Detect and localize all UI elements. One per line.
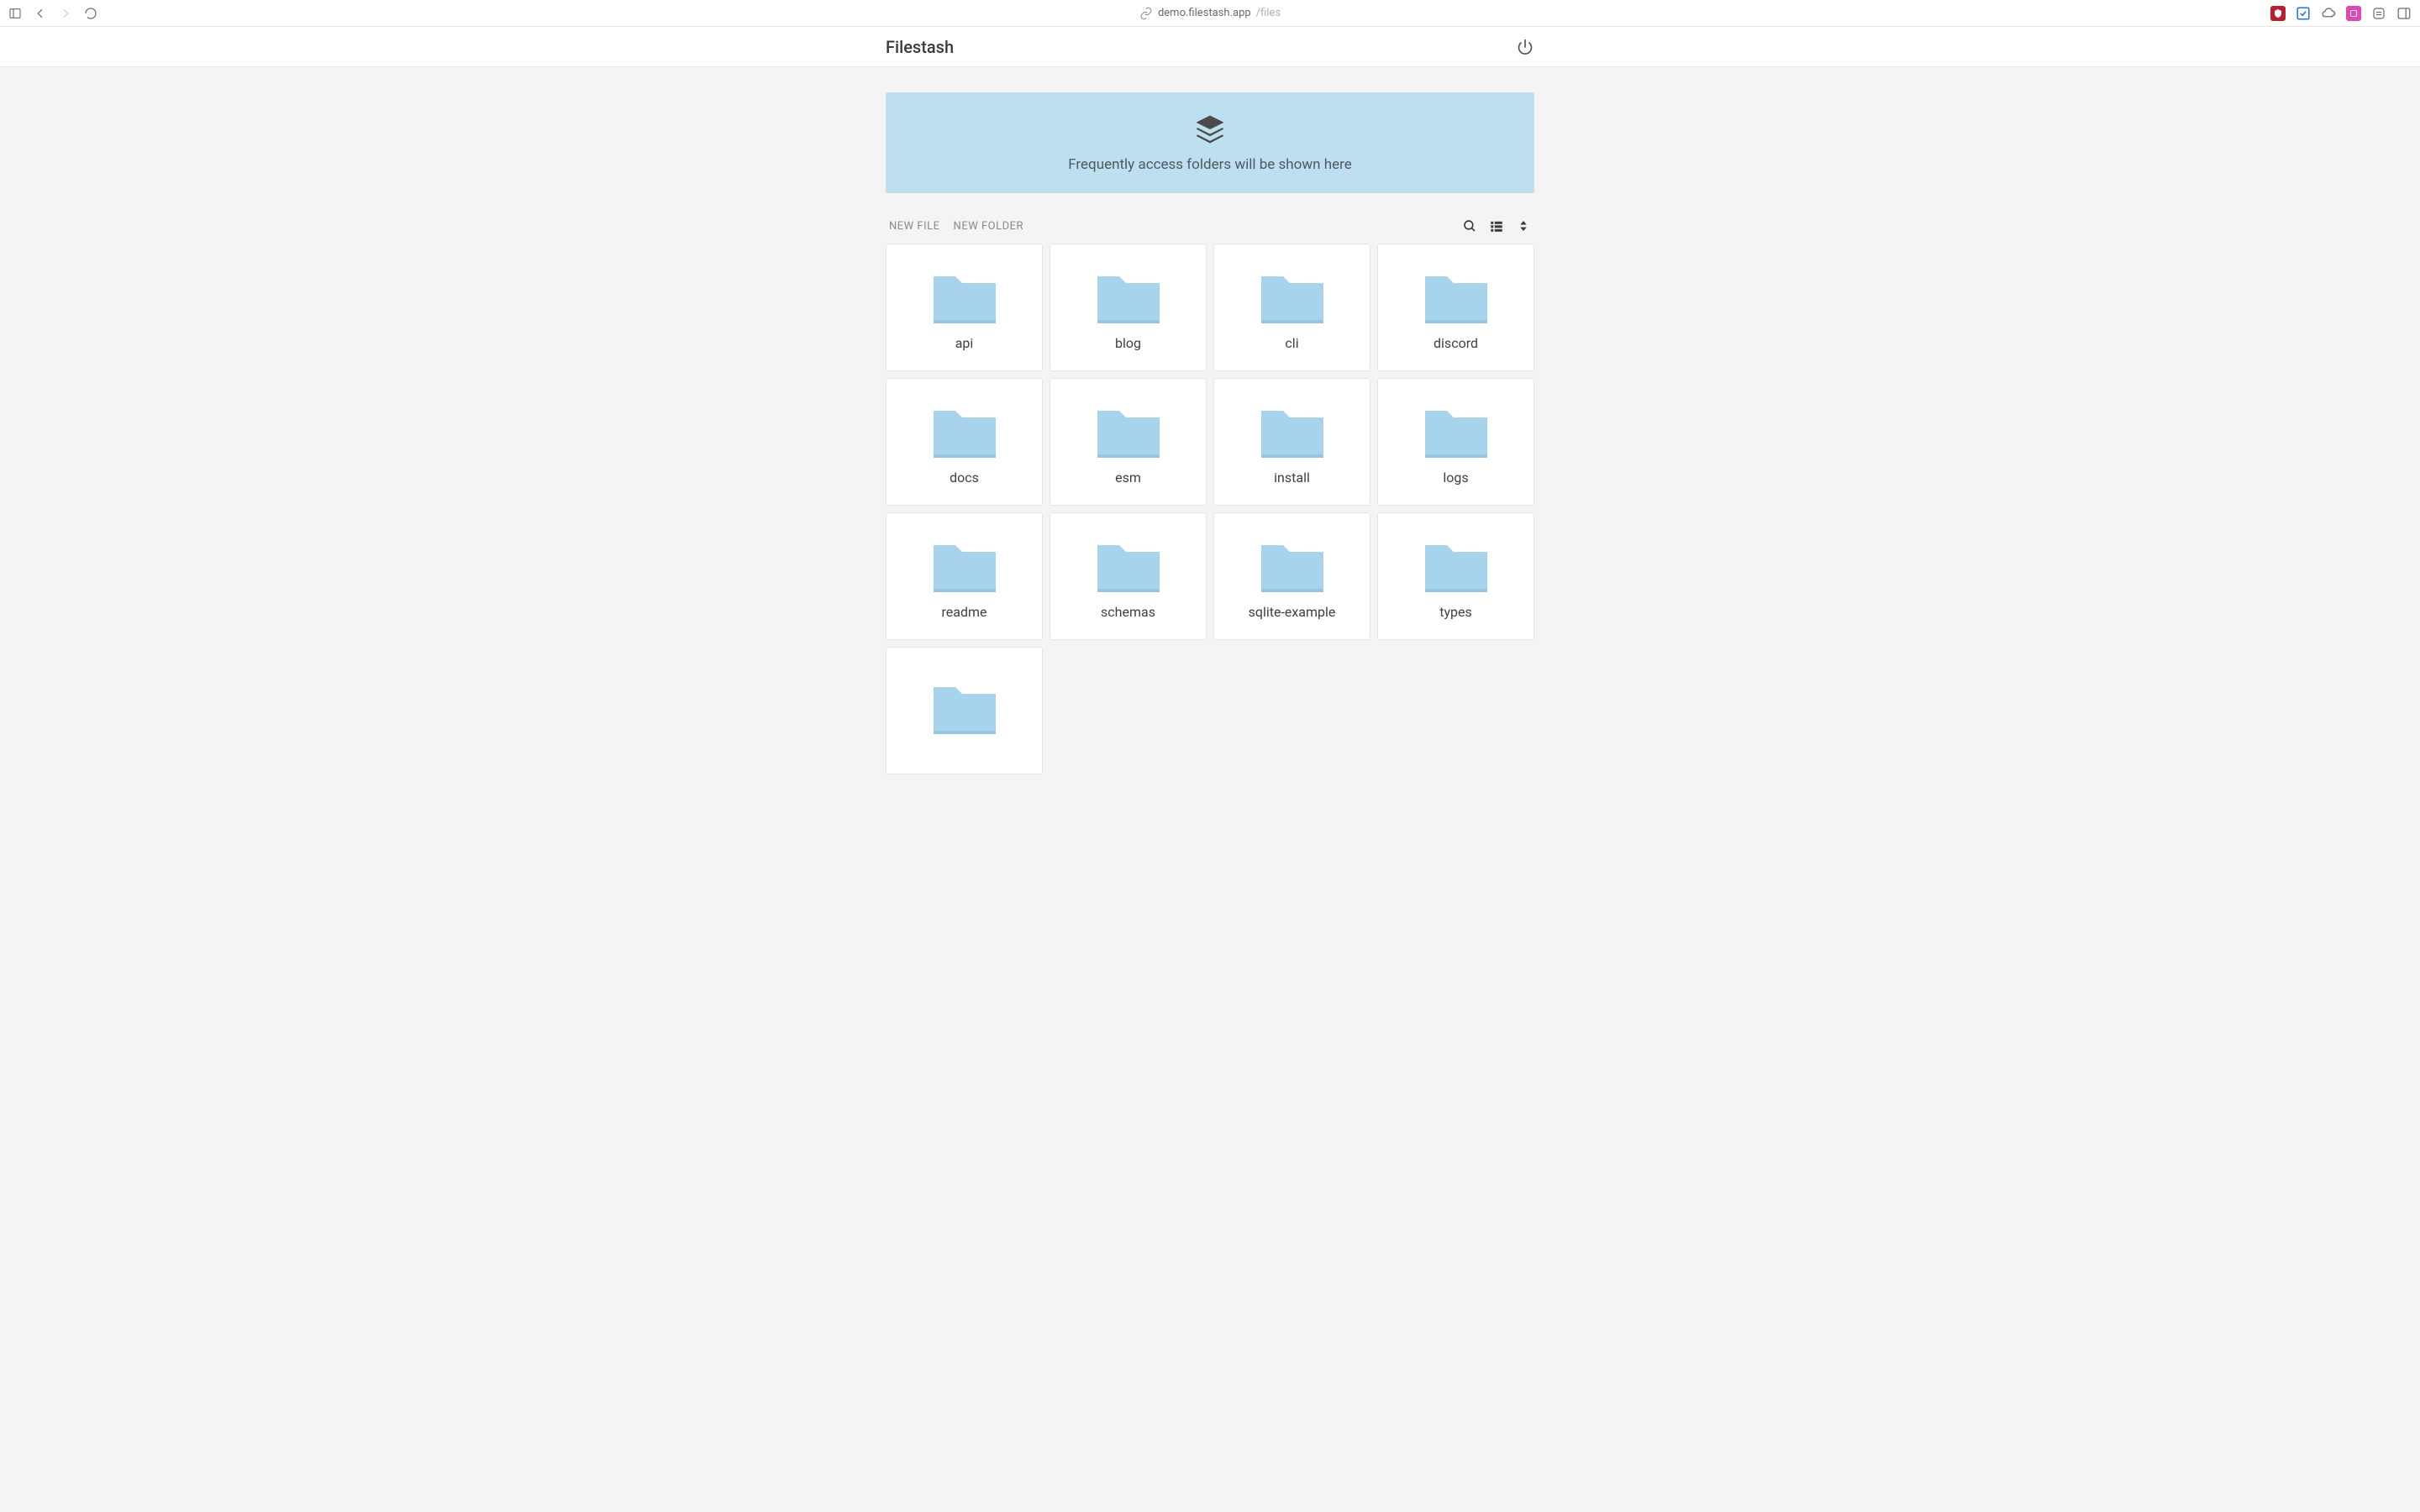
browser-nav-controls	[8, 7, 97, 20]
folder-card[interactable]: blog	[1050, 244, 1207, 371]
address-bar[interactable]: demo.filestash.app/files	[1139, 7, 1281, 20]
url-host: demo.filestash.app	[1158, 7, 1251, 19]
back-icon[interactable]	[34, 7, 47, 20]
folder-icon	[1258, 266, 1327, 327]
folder-icon	[930, 677, 999, 738]
folder-card[interactable]: readme	[886, 512, 1043, 640]
folder-card[interactable]: install	[1213, 378, 1370, 506]
page-scroll[interactable]: Frequently access folders will be shown …	[0, 67, 2420, 1512]
forward-icon	[59, 7, 72, 20]
file-toolbar: NEW FILE NEW FOLDER	[886, 218, 1534, 234]
folder-label: docs	[950, 470, 979, 486]
folder-card[interactable]	[886, 647, 1043, 774]
banner-text: Frequently access folders will be shown …	[902, 156, 1518, 173]
extension-box-icon[interactable]	[2371, 6, 2386, 21]
folder-label: blog	[1115, 335, 1141, 351]
stack-icon	[1192, 111, 1228, 151]
app-header: Filestash	[0, 27, 2420, 67]
folder-icon	[1094, 401, 1163, 461]
folder-card[interactable]: api	[886, 244, 1043, 371]
browser-extensions	[2270, 6, 2412, 21]
list-view-icon[interactable]	[1489, 218, 1504, 234]
folder-label: readme	[942, 604, 987, 620]
folder-card[interactable]: types	[1377, 512, 1534, 640]
sidebar-toggle-icon[interactable]	[8, 7, 22, 20]
reload-icon[interactable]	[84, 7, 97, 20]
new-folder-button[interactable]: NEW FOLDER	[954, 220, 1023, 233]
folder-label: discord	[1434, 335, 1478, 351]
new-file-button[interactable]: NEW FILE	[889, 220, 940, 233]
folder-label: api	[955, 335, 974, 351]
folder-icon	[930, 401, 999, 461]
folder-card[interactable]: esm	[1050, 378, 1207, 506]
folder-card[interactable]: logs	[1377, 378, 1534, 506]
folder-label: esm	[1115, 470, 1141, 486]
frequent-folders-banner: Frequently access folders will be shown …	[886, 92, 1534, 193]
link-icon	[1139, 7, 1153, 20]
right-panel-toggle-icon[interactable]	[2396, 6, 2412, 21]
folder-icon	[1422, 535, 1491, 596]
folder-card[interactable]: schemas	[1050, 512, 1207, 640]
folder-icon	[1258, 401, 1327, 461]
folder-icon	[930, 535, 999, 596]
extension-cloud-icon[interactable]	[2321, 6, 2336, 21]
page-content: Frequently access folders will be shown …	[886, 67, 1534, 808]
folder-label: logs	[1443, 470, 1468, 486]
folder-grid: api blog cli discord	[886, 244, 1534, 774]
folder-card[interactable]: docs	[886, 378, 1043, 506]
folder-label: sqlite-example	[1249, 604, 1336, 620]
url-path: /files	[1256, 7, 1281, 19]
browser-chrome: demo.filestash.app/files	[0, 0, 2420, 27]
folder-card[interactable]: sqlite-example	[1213, 512, 1370, 640]
extension-ublock-icon[interactable]	[2270, 6, 2286, 21]
search-icon[interactable]	[1462, 218, 1477, 234]
folder-icon	[1258, 535, 1327, 596]
sort-icon[interactable]	[1516, 218, 1531, 234]
folder-card[interactable]: discord	[1377, 244, 1534, 371]
folder-card[interactable]: cli	[1213, 244, 1370, 371]
folder-label: schemas	[1101, 604, 1155, 620]
folder-label: types	[1439, 604, 1472, 620]
extension-screenshot-icon[interactable]	[2296, 6, 2311, 21]
folder-label: cli	[1285, 335, 1298, 351]
extension-square-icon[interactable]	[2346, 6, 2361, 21]
folder-label: install	[1274, 470, 1310, 486]
folder-icon	[1422, 266, 1491, 327]
logout-button[interactable]	[1516, 38, 1534, 56]
folder-icon	[1094, 266, 1163, 327]
folder-icon	[1422, 401, 1491, 461]
folder-icon	[1094, 535, 1163, 596]
app-title[interactable]: Filestash	[886, 37, 954, 57]
folder-icon	[930, 266, 999, 327]
